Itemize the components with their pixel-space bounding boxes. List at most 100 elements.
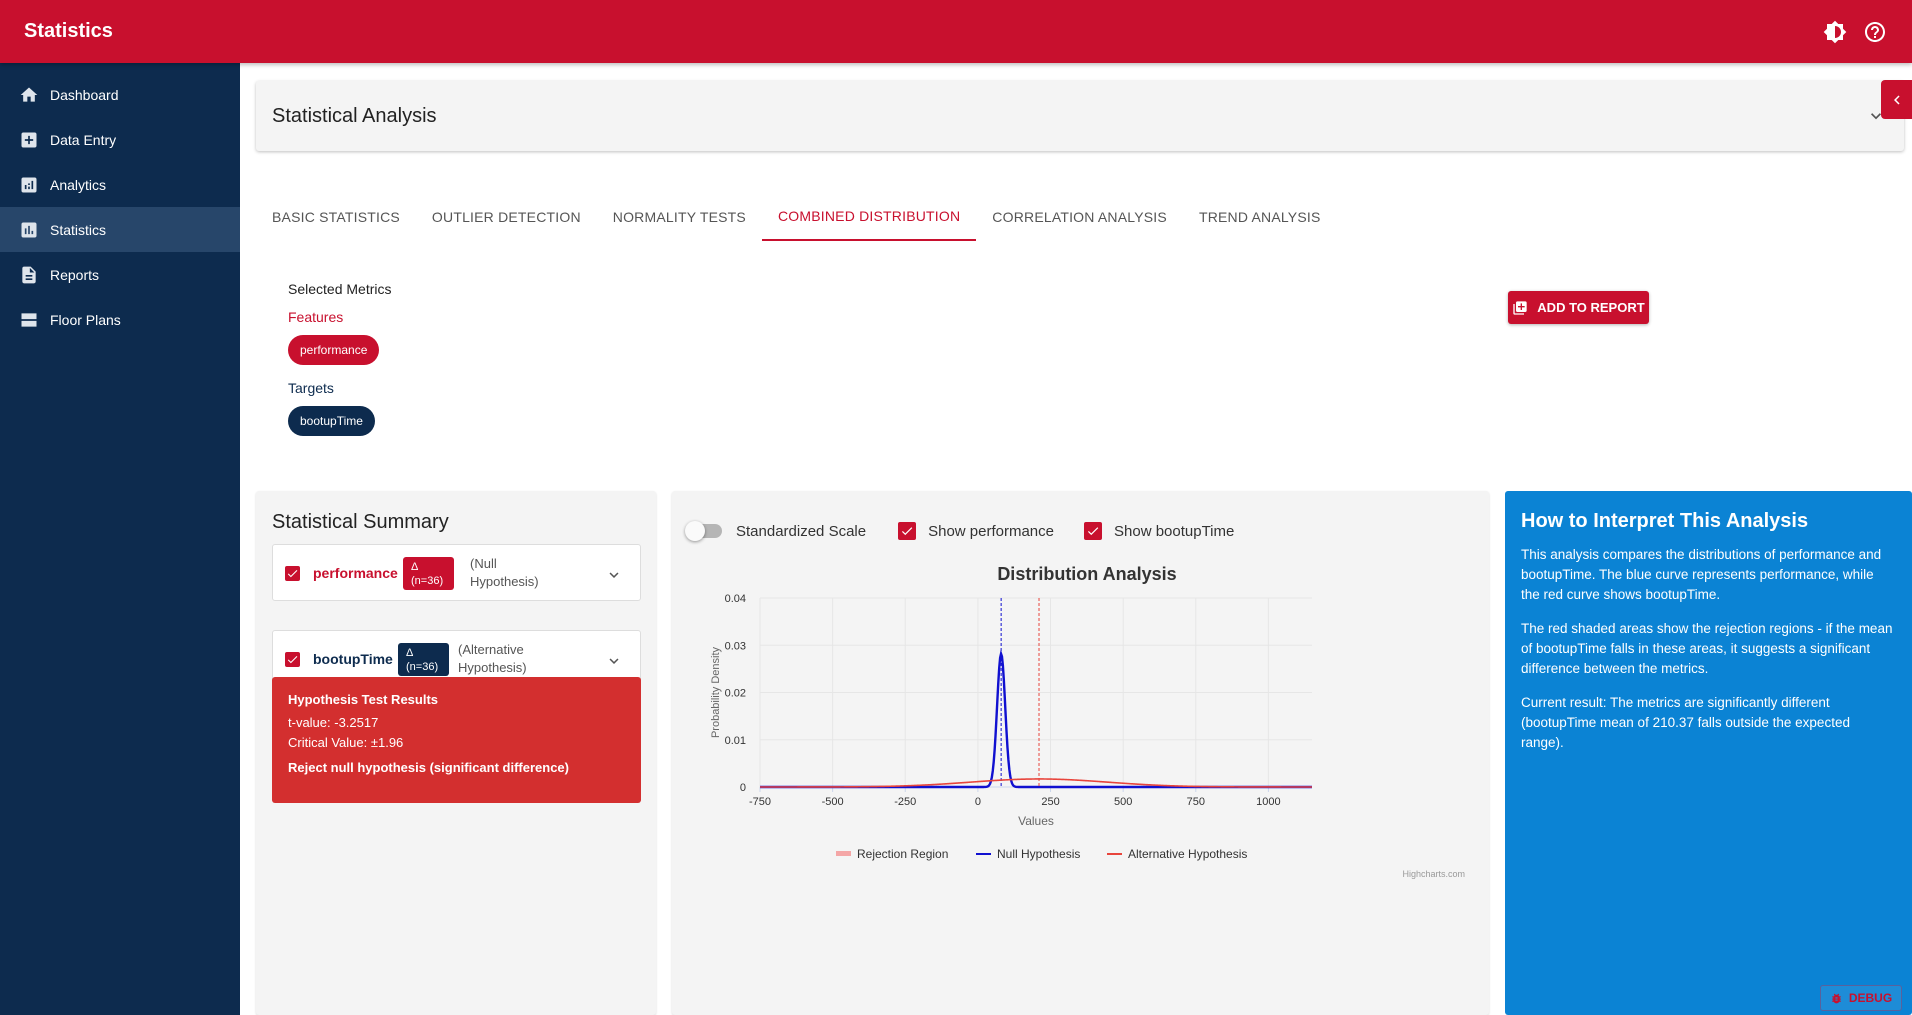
panel-toggle-button[interactable] <box>1881 80 1912 119</box>
sidebar-item-statistics[interactable]: Statistics <box>0 207 240 252</box>
chart-title: Distribution Analysis <box>997 564 1176 584</box>
hypothesis-role: (Null Hypothesis) <box>470 555 539 591</box>
badge-count: (n=36) <box>411 575 444 587</box>
analytics-icon <box>21 177 37 192</box>
x-tick-label: -750 <box>749 796 771 808</box>
targets-label: Targets <box>288 380 334 396</box>
help-icon[interactable] <box>1862 19 1888 45</box>
selected-metrics: Selected Metrics Features performance Ta… <box>288 281 391 436</box>
sidebar-item-label: Analytics <box>50 176 107 193</box>
role-line-2: Hypothesis) <box>458 660 527 675</box>
add-report-icon <box>1513 300 1527 315</box>
x-tick-label: 1000 <box>1256 796 1280 808</box>
expand-chevron-icon[interactable] <box>605 652 623 673</box>
statistical-summary-card: Statistical Summary performance Δ (n=36)… <box>256 491 656 1015</box>
chart-credit: Highcharts.com <box>1402 869 1465 879</box>
interpretation-paragraph-2: The red shaded areas show the rejection … <box>1521 621 1893 676</box>
sidebar: Dashboard Data Entry Analytics Statistic… <box>0 63 240 1015</box>
tab-combined-distribution[interactable]: COMBINED DISTRIBUTION <box>761 193 977 241</box>
home-icon <box>20 87 38 102</box>
metric-name: bootupTime <box>313 651 393 667</box>
sidebar-item-label: Reports <box>50 266 100 283</box>
features-label: Features <box>288 309 344 325</box>
x-tick-label: 0 <box>975 796 981 808</box>
selected-metrics-title: Selected Metrics <box>288 281 392 297</box>
sidebar-item-reports[interactable]: Reports <box>0 252 240 297</box>
badge-symbol: Δ <box>406 647 414 659</box>
summary-row-performance[interactable]: performance Δ (n=36) (Null Hypothesis) <box>272 544 641 601</box>
tab-correlation-analysis[interactable]: CORRELATION ANALYSIS <box>976 193 1183 241</box>
feature-chip[interactable]: performance <box>288 335 380 365</box>
role-line-1: (Null <box>470 556 497 571</box>
main-content: Statistical Analysis BASIC STATISTICS OU… <box>240 63 1912 1015</box>
analysis-accordion-header[interactable]: Statistical Analysis <box>256 81 1904 151</box>
sidebar-item-label: Statistics <box>50 221 107 238</box>
tab-normality-tests[interactable]: NORMALITY TESTS <box>597 193 762 241</box>
delta-badge: Δ (n=36) <box>403 557 454 590</box>
page-title: Statistical Analysis <box>272 105 437 127</box>
y-axis-label: Probability Density <box>710 646 722 738</box>
x-tick-label: 500 <box>1114 796 1132 808</box>
chevron-left-icon <box>1893 95 1900 104</box>
sidebar-item-label: Floor Plans <box>50 311 121 328</box>
critical-value: Critical Value: ±1.96 <box>288 735 404 750</box>
hypothesis-test-results: Hypothesis Test Results t-value: -3.2517… <box>272 677 641 803</box>
target-chip[interactable]: bootupTime <box>288 406 375 436</box>
legend-symbol <box>836 851 851 856</box>
sidebar-item-floor-plans[interactable]: Floor Plans <box>0 297 240 342</box>
y-tick-label: 0 <box>740 782 746 794</box>
interpretation-title: How to Interpret This Analysis <box>1521 510 1809 532</box>
x-tick-label: 750 <box>1187 796 1205 808</box>
legend-label: Rejection Region <box>857 847 948 861</box>
tab-outlier-detection[interactable]: OUTLIER DETECTION <box>416 193 597 241</box>
interpretation-paragraph-1: This analysis compares the distributions… <box>1521 547 1882 602</box>
metric-name: performance <box>313 565 398 581</box>
sidebar-item-data-entry[interactable]: Data Entry <box>0 117 240 162</box>
y-tick-label: 0.01 <box>725 735 746 747</box>
bootuptime-checkbox[interactable] <box>285 652 300 667</box>
delta-badge: Δ (n=36) <box>398 643 449 676</box>
y-tick-label: 0.03 <box>725 640 746 652</box>
theme-toggle-icon[interactable] <box>1822 19 1848 45</box>
app-title: Statistics <box>24 20 113 42</box>
badge-symbol: Δ <box>411 561 419 573</box>
series-line <box>760 778 1312 788</box>
performance-checkbox[interactable] <box>285 566 300 581</box>
sidebar-item-dashboard[interactable]: Dashboard <box>0 72 240 117</box>
analysis-tabs: BASIC STATISTICS OUTLIER DETECTION NORMA… <box>256 193 1337 243</box>
plus-box-icon <box>21 132 37 147</box>
interpretation-paragraph-3: Current result: The metrics are signific… <box>1521 695 1850 750</box>
add-to-report-label: ADD TO REPORT <box>1537 300 1645 315</box>
role-line-2: Hypothesis) <box>470 574 539 589</box>
hypothesis-result: Reject null hypothesis (significant diff… <box>288 760 569 775</box>
badge-count: (n=36) <box>406 661 439 673</box>
add-to-report-button[interactable]: ADD TO REPORT <box>1508 291 1649 324</box>
document-icon <box>22 266 36 283</box>
sidebar-item-analytics[interactable]: Analytics <box>0 162 240 207</box>
debug-label: DEBUG <box>1848 991 1893 1005</box>
series-line <box>760 649 1312 789</box>
role-line-1: (Alternative <box>458 642 524 657</box>
bug-icon <box>1831 993 1841 1003</box>
distribution-chart: Distribution Analysis -750 -500 -250 0 250 500… <box>710 564 1465 879</box>
hypothesis-role: (Alternative Hypothesis) <box>458 641 527 677</box>
x-tick-label: -500 <box>822 796 844 808</box>
app-bar: Statistics <box>0 0 1912 63</box>
x-axis-label: Values <box>1018 814 1054 828</box>
tab-basic-statistics[interactable]: BASIC STATISTICS <box>256 193 416 241</box>
legend-label: Null Hypothesis <box>997 847 1080 861</box>
floor-plan-icon <box>21 312 37 327</box>
y-tick-label: 0.04 <box>725 593 746 605</box>
x-tick-label: -250 <box>894 796 916 808</box>
expand-chevron-icon[interactable] <box>605 566 623 587</box>
t-value: t-value: -3.2517 <box>288 715 379 730</box>
sidebar-item-label: Dashboard <box>50 86 119 103</box>
hypothesis-title: Hypothesis Test Results <box>288 692 439 707</box>
tab-trend-analysis[interactable]: TREND ANALYSIS <box>1183 193 1337 241</box>
legend-label: Alternative Hypothesis <box>1128 847 1247 861</box>
x-tick-label: 250 <box>1041 796 1059 808</box>
sidebar-item-label: Data Entry <box>50 131 117 148</box>
y-tick-label: 0.02 <box>725 688 746 700</box>
debug-button[interactable]: DEBUG <box>1820 985 1902 1011</box>
summary-title: Statistical Summary <box>272 511 449 533</box>
